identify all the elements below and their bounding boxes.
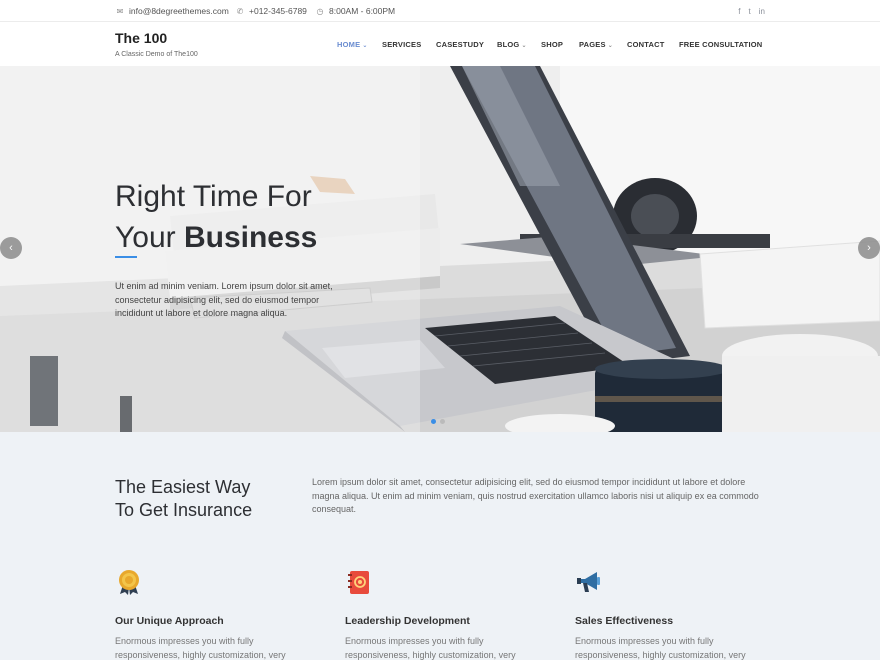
nav-item-label: CONTACT <box>627 40 665 49</box>
chevron-down-icon: ⌄ <box>607 43 613 49</box>
feature-title: Our Unique Approach <box>115 615 224 627</box>
site-title[interactable]: The 100 <box>115 30 167 46</box>
nav-item-label: SERVICES <box>382 40 422 49</box>
address-book-icon <box>348 571 369 594</box>
nav-item-pages[interactable]: PAGES ⌄ <box>579 40 613 49</box>
feature-text: Enormous impresses you with fully respon… <box>345 636 516 660</box>
site-header: The 100 A Classic Demo of The100 HOME ⌄ S… <box>0 22 880 66</box>
hero-title-line1: Right Time For <box>115 180 312 213</box>
megaphone-icon <box>577 572 600 592</box>
hero-description: Ut enim ad minim veniam. Lorem ipsum dol… <box>115 281 333 318</box>
nav-item-label: FREE CONSULTATION <box>679 40 763 49</box>
top-info-bar: ✉ info@8degreethemes.com ✆ +012-345-6789… <box>0 0 880 22</box>
slider-dot-2[interactable] <box>440 419 445 424</box>
nav-item-label: PAGES <box>579 40 606 49</box>
intro-section: The Easiest Way To Get Insurance Lorem i… <box>0 432 880 660</box>
phone-icon: ✆ <box>236 6 244 16</box>
hero-title-bold: Business <box>183 221 318 254</box>
nav-item-free-consultation[interactable]: FREE CONSULTATION <box>679 40 762 49</box>
nav-item-label: CASESTUDY <box>436 40 485 49</box>
slider-prev-button[interactable]: ‹ <box>0 237 22 259</box>
facebook-icon[interactable]: f <box>738 7 740 16</box>
hero-title-line2: Your Business <box>115 217 317 258</box>
email-info[interactable]: ✉ info@8degreethemes.com <box>115 0 229 22</box>
chevron-left-icon: ‹ <box>9 242 13 254</box>
feature-title: Leadership Development <box>345 615 470 627</box>
hours-info: ◷ 8:00AM - 6:00PM <box>315 0 396 22</box>
social-links: f t in <box>738 0 765 22</box>
hero-title-regular: Your <box>115 221 184 254</box>
feature-card: Our Unique Approach Enormous impresses y… <box>115 568 315 660</box>
intro-title-line1: The Easiest Way <box>115 477 251 497</box>
nav-item-label: SHOP <box>541 40 564 49</box>
chevron-right-icon: › <box>867 242 871 254</box>
phone-text[interactable]: +012-345-6789 <box>249 6 307 16</box>
nav-item-services[interactable]: SERVICES <box>382 40 421 49</box>
twitter-icon[interactable]: t <box>749 7 751 16</box>
nav-item-shop[interactable]: SHOP <box>541 40 563 49</box>
envelope-icon: ✉ <box>116 6 124 16</box>
slider-next-button[interactable]: › <box>858 237 880 259</box>
clock-icon: ◷ <box>316 6 324 16</box>
nav-item-blog[interactable]: BLOG ⌄ <box>497 40 527 49</box>
feature-card: Leadership Development Enormous impresse… <box>345 568 545 660</box>
hero-title-underline <box>115 256 137 258</box>
nav-item-label: HOME <box>337 40 361 49</box>
nav-item-label: BLOG <box>497 40 520 49</box>
award-badge-icon <box>119 570 139 595</box>
hero-title: Right Time For Your Business <box>115 176 317 258</box>
site-tagline: A Classic Demo of The100 <box>115 51 198 58</box>
nav-item-contact[interactable]: CONTACT <box>627 40 665 49</box>
nav-item-casestudy[interactable]: CASESTUDY <box>436 40 484 49</box>
feature-card: Sales Effectiveness Enormous impresses y… <box>575 568 775 660</box>
intro-title: The Easiest Way To Get Insurance <box>115 476 252 522</box>
intro-title-line2: To Get Insurance <box>115 500 253 520</box>
slider-pagination <box>431 419 445 424</box>
linkedin-icon[interactable]: in <box>759 7 765 16</box>
feature-text: Enormous impresses you with fully respon… <box>575 636 746 660</box>
intro-text: Lorem ipsum dolor sit amet, consectetur … <box>312 477 759 514</box>
slider-dot-1[interactable] <box>431 419 436 424</box>
hero-slider: Right Time For Your Business Ut enim ad … <box>0 66 880 432</box>
phone-info[interactable]: ✆ +012-345-6789 <box>235 0 307 22</box>
email-text[interactable]: info@8degreethemes.com <box>129 6 229 16</box>
hours-text: 8:00AM - 6:00PM <box>329 6 396 16</box>
chevron-down-icon: ⌄ <box>521 43 527 49</box>
chevron-down-icon: ⌄ <box>362 43 368 49</box>
nav-item-home[interactable]: HOME ⌄ <box>337 40 368 49</box>
feature-title: Sales Effectiveness <box>575 615 674 627</box>
feature-text: Enormous impresses you with fully respon… <box>115 636 286 660</box>
